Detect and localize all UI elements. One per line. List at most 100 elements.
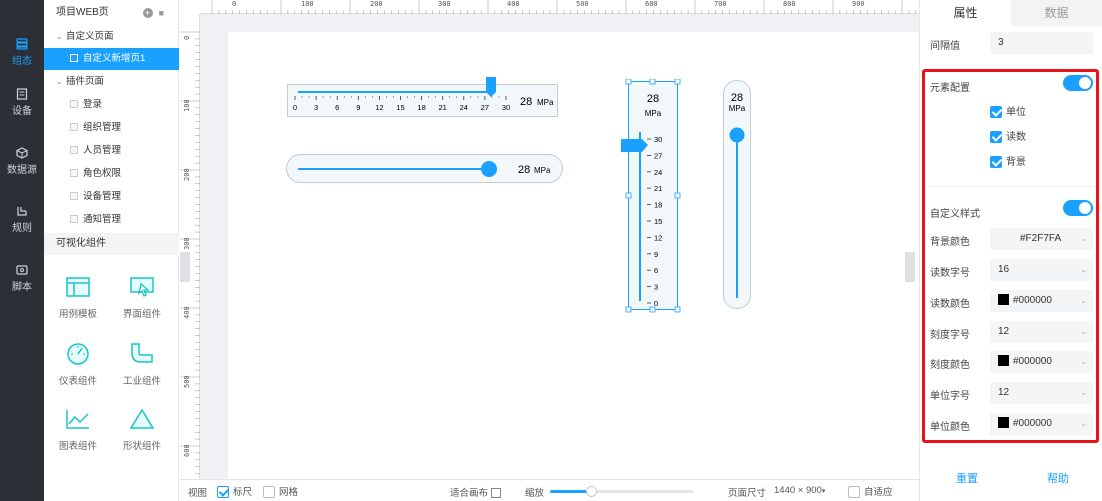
gauge-icon xyxy=(67,343,89,365)
component-template[interactable]: 用例模板 xyxy=(48,276,108,320)
nav-label: 设备 xyxy=(12,106,32,117)
adaptive-checkbox[interactable] xyxy=(848,486,860,499)
fit-screen-icon xyxy=(490,488,501,499)
component-shape[interactable]: 形状组件 xyxy=(112,408,172,452)
reading-color-value: #000000 xyxy=(1013,295,1052,306)
scale-color-select[interactable]: #000000 ⌄ xyxy=(990,351,1093,373)
tree-group-plugin[interactable]: ⌄ 插件页面 xyxy=(44,71,179,93)
scale-size-select[interactable]: 12 ⌄ xyxy=(990,321,1093,343)
tab-data[interactable]: 数据 xyxy=(1011,0,1102,26)
page-size-select[interactable]: 1440 × 900▾ xyxy=(774,485,825,496)
component-industrial[interactable]: 工业组件 xyxy=(112,341,172,387)
add-icon[interactable]: + xyxy=(142,8,153,18)
bg-color-value: #F2F7FA xyxy=(1020,233,1062,244)
nav-item-rules[interactable]: 规则 xyxy=(0,197,44,247)
vertical-scale-slider[interactable]: 28 MPa 302724211815129630 xyxy=(620,79,682,313)
component-chart[interactable]: 图表组件 xyxy=(48,408,108,452)
nav-item-script[interactable]: 脚本 xyxy=(0,256,44,306)
scale-label: 30 xyxy=(502,103,510,112)
tab-properties[interactable]: 属性 xyxy=(920,0,1011,26)
cube-icon xyxy=(16,147,28,159)
unit-check[interactable]: 单位 xyxy=(990,103,1026,119)
ruler-label: 600 xyxy=(183,444,191,457)
ruler-label: 500 xyxy=(576,0,589,8)
collapse-right-handle[interactable] xyxy=(905,252,915,282)
zoom-slider-handle[interactable] xyxy=(586,486,597,497)
nav-label: 规则 xyxy=(12,223,32,234)
horizontal-scale-slider[interactable]: 0 3 6 9 12 15 18 21 24 27 30 28 MPa xyxy=(287,77,559,117)
custom-style-toggle[interactable] xyxy=(1063,200,1093,216)
component-gauge[interactable]: 仪表组件 xyxy=(48,341,108,387)
unit-checkbox[interactable] xyxy=(990,106,1002,119)
rule-icon xyxy=(17,207,27,216)
unit-color-select[interactable]: #000000 ⌄ xyxy=(990,413,1093,435)
ruler-toggle[interactable]: 标尺 xyxy=(217,484,252,499)
reading-checkbox[interactable] xyxy=(990,131,1002,144)
scale-label: 18 xyxy=(417,103,425,112)
tree-item-devices[interactable]: 设备管理 xyxy=(44,186,179,208)
tree-item-people[interactable]: 人员管理 xyxy=(44,140,179,162)
nav-item-datasource[interactable]: 数据源 xyxy=(0,139,44,189)
slider-knob[interactable] xyxy=(729,127,745,143)
unit-size-value: 12 xyxy=(998,387,1010,398)
ruler-checkbox[interactable] xyxy=(217,486,229,499)
scale-label: 0 xyxy=(293,103,297,112)
adaptive-toggle[interactable]: 自适应 xyxy=(848,484,893,499)
reading-value: 28 xyxy=(647,93,659,105)
reading-unit: MPa xyxy=(729,104,746,113)
reading-check[interactable]: 读数 xyxy=(990,128,1026,144)
chart-icon xyxy=(66,410,89,429)
nav-item-configuration[interactable]: 组态 xyxy=(0,30,44,80)
tree-item-selected-page[interactable]: 自定义新增页1 xyxy=(44,48,179,70)
page-label: 自定义新增页1 xyxy=(83,53,146,64)
bg-color-select[interactable]: #F2F7FA ⌄ xyxy=(990,228,1093,250)
page-label: 组织管理 xyxy=(83,122,122,133)
tree-item-org[interactable]: 组织管理 xyxy=(44,117,179,139)
element-config-toggle[interactable] xyxy=(1063,75,1093,91)
tree-group-custom[interactable]: ⌄ 自定义页面 xyxy=(44,26,179,48)
background-checkbox[interactable] xyxy=(990,156,1002,169)
reset-button[interactable]: 重置 xyxy=(956,470,978,486)
grid-toggle[interactable]: 网格 xyxy=(263,484,298,499)
scale-label: 24 xyxy=(654,168,662,177)
ruler-label: 200 xyxy=(183,168,191,181)
zoom-slider[interactable] xyxy=(550,486,693,497)
page-icon xyxy=(70,215,78,224)
slider-knob[interactable] xyxy=(481,161,497,177)
reading-size-select[interactable]: 16 ⌄ xyxy=(990,259,1093,281)
chevron-down-icon: ⌄ xyxy=(1080,327,1087,336)
reading-color-select[interactable]: #000000 ⌄ xyxy=(990,290,1093,312)
interval-input[interactable]: 3 xyxy=(990,32,1093,54)
tree-item-roles[interactable]: 角色权限 xyxy=(44,163,179,185)
page-icon xyxy=(70,100,78,109)
tree-item-login[interactable]: 登录 xyxy=(44,94,179,116)
bg-color-label: 背景颜色 xyxy=(930,237,970,248)
collapse-left-handle[interactable] xyxy=(180,252,190,282)
chevron-down-icon: ⌄ xyxy=(1080,388,1087,397)
ruler-label: 100 xyxy=(183,99,191,112)
page-icon xyxy=(70,192,78,201)
component-ui[interactable]: 界面组件 xyxy=(112,276,172,320)
ruler-label: 900 xyxy=(852,0,865,8)
scale-label: 3 xyxy=(314,103,318,112)
unit-color-row: 单位颜色 #000000 ⌄ xyxy=(920,413,1102,437)
chevron-down-icon: ⌄ xyxy=(1080,296,1087,305)
help-button[interactable]: 帮助 xyxy=(1047,470,1069,486)
trash-icon[interactable]: ■ xyxy=(159,8,164,18)
tree-item-notify[interactable]: 通知管理 xyxy=(44,209,179,231)
nav-item-device[interactable]: 设备 xyxy=(0,80,44,130)
pill-vertical-slider[interactable]: 28 MPa xyxy=(723,80,753,312)
reading-unit: MPa xyxy=(645,109,662,118)
unit-size-select[interactable]: 12 ⌄ xyxy=(990,382,1093,404)
zoom-label: 缩放 xyxy=(525,488,545,499)
fit-canvas-button[interactable]: 适合画布 xyxy=(450,485,501,499)
ruler-corner xyxy=(180,0,200,14)
pill-horizontal-slider[interactable]: 28 MPa xyxy=(286,154,564,184)
page-label: 设备管理 xyxy=(83,191,122,202)
grid-checkbox[interactable] xyxy=(263,486,275,499)
scale-label: 27 xyxy=(654,151,662,160)
background-check[interactable]: 背景 xyxy=(990,153,1026,169)
scale-label: 21 xyxy=(439,103,447,112)
ruler-label: 200 xyxy=(370,0,383,8)
design-canvas[interactable]: 0 3 6 9 12 15 18 21 24 27 30 28 MPa 28 MPa 28 MPa xyxy=(228,32,919,479)
